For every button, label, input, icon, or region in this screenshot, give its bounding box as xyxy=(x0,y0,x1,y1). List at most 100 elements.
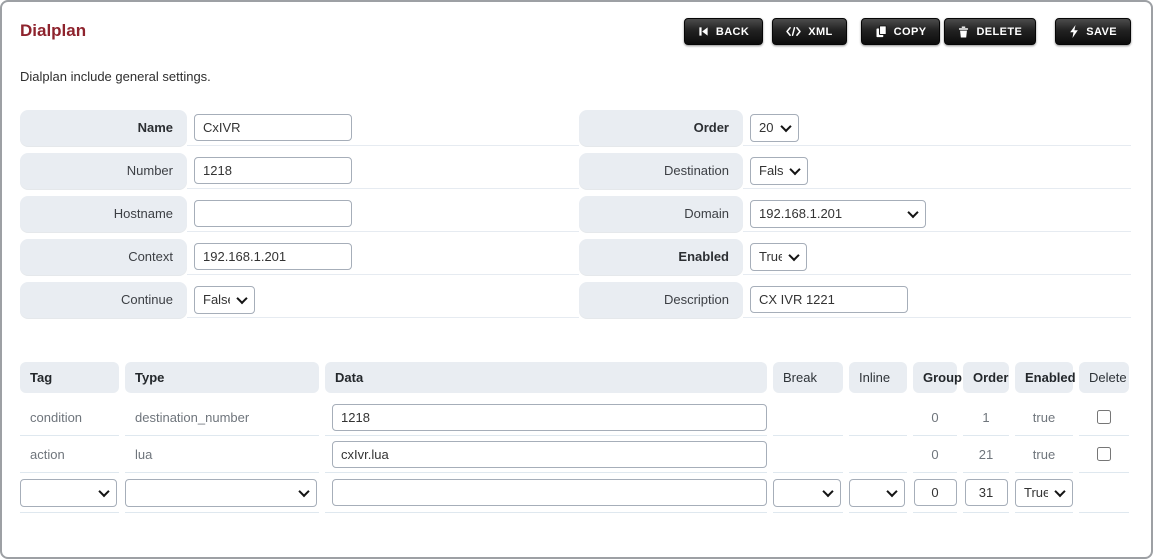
domain-select-wrap: 192.168.1.201 xyxy=(750,200,926,228)
new-enabled-select[interactable]: True xyxy=(1015,479,1073,507)
row-inline xyxy=(849,436,907,473)
new-break-select-wrap xyxy=(773,479,841,507)
skip-back-icon xyxy=(698,26,709,37)
new-row-order-cell xyxy=(963,473,1009,513)
new-group-input[interactable] xyxy=(914,479,957,506)
context-field-cell xyxy=(187,239,579,275)
domain-select[interactable]: 192.168.1.201 xyxy=(750,200,926,228)
row-delete-checkbox[interactable] xyxy=(1097,410,1111,424)
enabled-select[interactable]: True xyxy=(750,243,807,271)
copy-button[interactable]: COPY xyxy=(861,18,941,45)
row-group: 0 xyxy=(913,436,957,473)
row-type: lua xyxy=(125,436,319,473)
row-delete-cell xyxy=(1079,436,1129,473)
domain-label: Domain xyxy=(579,196,743,232)
continue-select-wrap: False xyxy=(194,286,255,314)
context-input[interactable] xyxy=(194,243,352,270)
page-title: Dialplan xyxy=(20,21,86,41)
new-tag-select-wrap xyxy=(20,479,117,507)
new-row-break-cell xyxy=(773,473,843,513)
new-row-group-cell xyxy=(913,473,957,513)
continue-label: Continue xyxy=(20,282,187,318)
page-description: Dialplan include general settings. xyxy=(20,69,1131,84)
number-label: Number xyxy=(20,153,187,189)
description-input[interactable] xyxy=(750,286,908,313)
row-enabled: true xyxy=(1015,436,1073,473)
continue-field-cell: False xyxy=(187,282,579,318)
number-input[interactable] xyxy=(194,157,352,184)
row-group: 0 xyxy=(913,399,957,436)
order-column-header: Order xyxy=(963,362,1009,393)
enabled-field-cell: True xyxy=(743,239,1131,275)
new-row-data-cell xyxy=(325,473,767,513)
row-data-input[interactable] xyxy=(332,441,767,468)
domain-field-cell: 192.168.1.201 xyxy=(743,196,1131,232)
row-delete-cell xyxy=(1079,399,1129,436)
copy-button-label: COPY xyxy=(894,26,927,38)
toolbar: BACK XML COPY xyxy=(684,18,1131,45)
inline-column-header: Inline xyxy=(849,362,907,393)
row-inline xyxy=(849,399,907,436)
row-tag: condition xyxy=(20,399,119,436)
new-row-inline-cell xyxy=(849,473,907,513)
destination-label: Destination xyxy=(579,153,743,189)
new-enabled-select-wrap: True xyxy=(1015,479,1073,507)
enabled-column-header: Enabled xyxy=(1015,362,1073,393)
new-row-tag-cell xyxy=(20,473,119,513)
destination-field-cell: False xyxy=(743,153,1131,189)
continue-select[interactable]: False xyxy=(194,286,255,314)
lightning-icon xyxy=(1069,25,1079,38)
hostname-input[interactable] xyxy=(194,200,352,227)
row-tag: action xyxy=(20,436,119,473)
row-delete-checkbox[interactable] xyxy=(1097,447,1111,461)
copy-icon xyxy=(875,25,887,38)
enabled-select-wrap: True xyxy=(750,243,807,271)
back-button-label: BACK xyxy=(716,26,749,38)
break-column-header: Break xyxy=(773,362,843,393)
back-button[interactable]: BACK xyxy=(684,18,763,45)
hostname-field-cell xyxy=(187,196,579,232)
order-select[interactable]: 200 xyxy=(750,114,799,142)
new-row-type-cell xyxy=(125,473,319,513)
type-column-header: Type xyxy=(125,362,319,393)
row-data-input[interactable] xyxy=(332,404,767,431)
save-button[interactable]: SAVE xyxy=(1055,18,1131,45)
dialplan-details-table: Tag Type Data Break Inline Group Order E… xyxy=(20,362,1131,513)
new-inline-select-wrap xyxy=(849,479,905,507)
row-enabled: true xyxy=(1015,399,1073,436)
delete-column-header: Delete xyxy=(1079,362,1129,393)
new-type-select-wrap xyxy=(125,479,317,507)
row-data-cell xyxy=(325,436,767,473)
new-row-delete-cell xyxy=(1079,473,1129,513)
name-field-cell xyxy=(187,110,579,146)
page-content: Dialplan BACK XML xyxy=(2,2,1151,513)
row-break xyxy=(773,399,843,436)
dialplan-form: Name Order 200 Number Destination False xyxy=(20,110,1131,318)
order-select-wrap: 200 xyxy=(750,114,799,142)
new-type-select[interactable] xyxy=(125,479,317,507)
new-break-select[interactable] xyxy=(773,479,841,507)
code-icon xyxy=(786,26,801,37)
destination-select-wrap: False xyxy=(750,157,808,185)
trash-icon xyxy=(958,26,969,38)
xml-button-label: XML xyxy=(808,26,832,38)
order-label: Order xyxy=(579,110,743,146)
row-break xyxy=(773,436,843,473)
group-column-header: Group xyxy=(913,362,957,393)
name-input[interactable] xyxy=(194,114,352,141)
delete-button[interactable]: DELETE xyxy=(944,18,1036,45)
new-inline-select[interactable] xyxy=(849,479,905,507)
delete-button-label: DELETE xyxy=(976,26,1022,38)
app-window: Dialplan BACK XML xyxy=(0,0,1153,559)
description-label: Description xyxy=(579,282,743,318)
order-field-cell: 200 xyxy=(743,110,1131,146)
row-type: destination_number xyxy=(125,399,319,436)
tag-column-header: Tag xyxy=(20,362,119,393)
new-data-input[interactable] xyxy=(332,479,767,506)
destination-select[interactable]: False xyxy=(750,157,808,185)
new-order-input[interactable] xyxy=(965,479,1008,506)
name-label: Name xyxy=(20,110,187,146)
xml-button[interactable]: XML xyxy=(772,18,846,45)
new-tag-select[interactable] xyxy=(20,479,117,507)
data-column-header: Data xyxy=(325,362,767,393)
